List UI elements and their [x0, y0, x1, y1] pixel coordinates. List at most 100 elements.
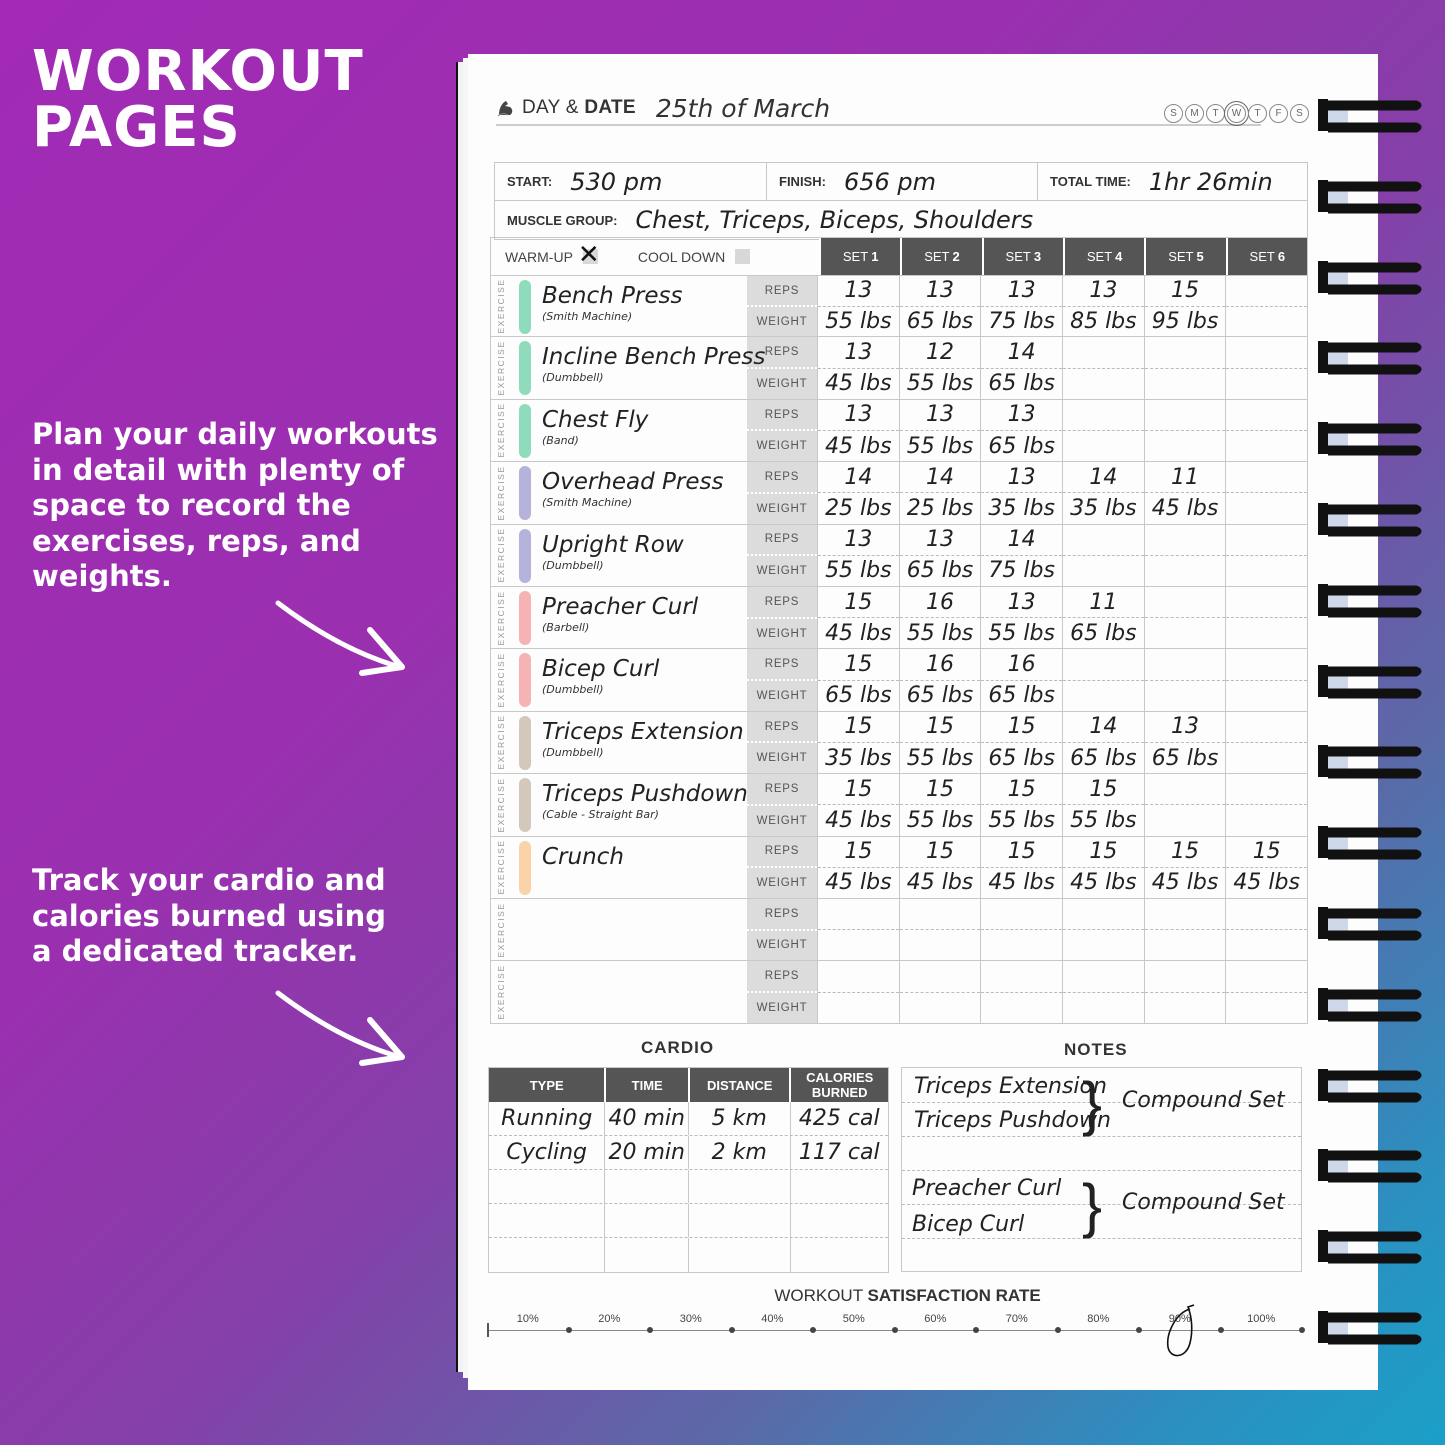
weight-cell[interactable]: 65 lbs	[900, 681, 981, 711]
weight-cell[interactable]: 55 lbs	[900, 431, 981, 461]
reps-cell[interactable]	[1144, 961, 1226, 993]
weight-cell[interactable]: 55 lbs	[900, 618, 981, 648]
weight-cell[interactable]: 35 lbs	[818, 743, 899, 773]
scale-dot[interactable]	[1217, 1327, 1224, 1333]
reps-cell[interactable]: 13	[981, 587, 1063, 619]
weight-cell[interactable]	[1145, 993, 1226, 1023]
reps-cell[interactable]	[1063, 899, 1144, 931]
date-value[interactable]: 25th of March	[656, 94, 830, 123]
cardio-cell[interactable]	[688, 1204, 790, 1237]
weight-cell[interactable]: 45 lbs	[818, 431, 899, 461]
reps-cell[interactable]	[1226, 276, 1308, 307]
reps-cell[interactable]: 15	[899, 712, 981, 743]
reps-cell[interactable]	[1144, 649, 1226, 681]
scale-dot[interactable]	[891, 1327, 898, 1333]
reps-cell[interactable]: 13	[1144, 712, 1226, 743]
finish-field[interactable]: FINISH: 656 pm	[767, 163, 1038, 200]
weight-cell[interactable]: 65 lbs	[981, 681, 1062, 711]
cardio-cell[interactable]: 425 cal	[789, 1102, 889, 1135]
weekday-1[interactable]: M	[1185, 104, 1204, 123]
weight-cell[interactable]	[1063, 369, 1144, 399]
exercise-name-field[interactable]: Upright Row (Dumbbell)	[511, 525, 747, 586]
scale-dot[interactable]	[1136, 1327, 1142, 1333]
weight-cell[interactable]	[1145, 930, 1226, 960]
cardio-cell[interactable]: 20 min	[604, 1136, 688, 1169]
reps-cell[interactable]: 13	[818, 525, 899, 556]
reps-cell[interactable]	[1226, 400, 1308, 431]
reps-cell[interactable]	[1063, 525, 1144, 556]
weight-cell[interactable]	[1063, 993, 1144, 1023]
cardio-cell[interactable]	[489, 1170, 604, 1203]
weight-cell[interactable]	[1063, 556, 1144, 586]
muscle-group-field[interactable]: MUSCLE GROUP: Chest, Triceps, Biceps, Sh…	[495, 201, 1307, 239]
weight-cell[interactable]: 45 lbs	[1145, 493, 1226, 523]
reps-cell[interactable]	[1226, 961, 1308, 993]
cardio-cell[interactable]	[789, 1238, 889, 1272]
cardio-cell[interactable]	[789, 1204, 889, 1237]
reps-cell[interactable]	[1144, 525, 1226, 556]
reps-cell[interactable]: 15	[1144, 276, 1226, 307]
reps-cell[interactable]	[1144, 587, 1226, 619]
weight-cell[interactable]	[981, 930, 1062, 960]
scale-dot[interactable]	[973, 1327, 979, 1333]
reps-cell[interactable]: 16	[899, 649, 981, 681]
reps-cell[interactable]: 15	[818, 837, 899, 868]
weight-cell[interactable]	[1063, 930, 1144, 960]
reps-cell[interactable]: 13	[899, 400, 981, 431]
cardio-cell[interactable]: 5 km	[688, 1102, 790, 1135]
weight-cell[interactable]	[1145, 369, 1226, 399]
weekday-5[interactable]: F	[1269, 104, 1288, 123]
reps-cell[interactable]: 15	[1144, 837, 1226, 868]
exercise-name-field[interactable]: Bench Press (Smith Machine)	[511, 276, 747, 336]
weight-cell[interactable]	[1226, 307, 1307, 337]
reps-cell[interactable]: 13	[1063, 276, 1144, 307]
weight-cell[interactable]: 65 lbs	[981, 431, 1062, 461]
weight-cell[interactable]	[1145, 618, 1226, 648]
scale-dot[interactable]	[647, 1327, 653, 1333]
reps-cell[interactable]	[1063, 400, 1144, 431]
reps-cell[interactable]: 15	[899, 837, 981, 868]
reps-cell[interactable]: 13	[899, 525, 981, 556]
reps-cell[interactable]: 15	[818, 774, 899, 806]
reps-cell[interactable]: 13	[981, 400, 1063, 431]
cardio-cell[interactable]: Cycling	[489, 1136, 604, 1169]
weight-cell[interactable]: 25 lbs	[818, 493, 899, 523]
weight-cell[interactable]: 55 lbs	[818, 556, 899, 586]
weight-cell[interactable]	[818, 993, 899, 1023]
reps-cell[interactable]: 13	[981, 276, 1063, 307]
exercise-name-field[interactable]: Chest Fly (Band)	[511, 400, 747, 461]
reps-cell[interactable]: 14	[899, 462, 981, 494]
cardio-cell[interactable]	[489, 1204, 604, 1237]
weight-cell[interactable]	[1145, 556, 1226, 586]
weight-cell[interactable]	[1226, 493, 1307, 523]
reps-cell[interactable]: 14	[1063, 712, 1144, 743]
cardio-cell[interactable]	[489, 1238, 604, 1272]
weight-cell[interactable]: 65 lbs	[900, 556, 981, 586]
total-time-field[interactable]: TOTAL TIME: 1hr 26min	[1038, 163, 1307, 200]
weight-cell[interactable]: 65 lbs	[981, 369, 1062, 399]
weight-cell[interactable]: 65 lbs	[1063, 618, 1144, 648]
reps-cell[interactable]: 15	[818, 587, 899, 619]
reps-cell[interactable]: 14	[1063, 462, 1144, 494]
satisfaction-scale[interactable]: 10% 20% 30% 40% 50% 60% 70% 80% 90% 100%	[487, 1304, 1305, 1357]
scale-dot[interactable]	[810, 1327, 816, 1333]
weight-cell[interactable]: 65 lbs	[1145, 743, 1226, 773]
weight-cell[interactable]	[1063, 431, 1144, 461]
weight-cell[interactable]: 65 lbs	[818, 681, 899, 711]
reps-cell[interactable]	[1226, 899, 1308, 931]
weight-cell[interactable]: 45 lbs	[1063, 868, 1144, 898]
reps-cell[interactable]: 14	[981, 337, 1063, 369]
reps-cell[interactable]: 16	[899, 587, 981, 619]
exercise-name-field[interactable]	[511, 899, 747, 960]
weight-cell[interactable]: 45 lbs	[818, 868, 899, 898]
cardio-cell[interactable]	[604, 1238, 688, 1272]
weight-cell[interactable]: 25 lbs	[900, 493, 981, 523]
weight-cell[interactable]	[1226, 556, 1307, 586]
cardio-cell[interactable]: Running	[489, 1102, 604, 1135]
reps-cell[interactable]	[1226, 649, 1308, 681]
weight-cell[interactable]: 45 lbs	[1226, 868, 1307, 898]
weight-cell[interactable]: 35 lbs	[981, 493, 1062, 523]
weight-cell[interactable]: 55 lbs	[981, 618, 1062, 648]
weight-cell[interactable]	[1226, 743, 1307, 773]
weight-cell[interactable]: 55 lbs	[900, 369, 981, 399]
